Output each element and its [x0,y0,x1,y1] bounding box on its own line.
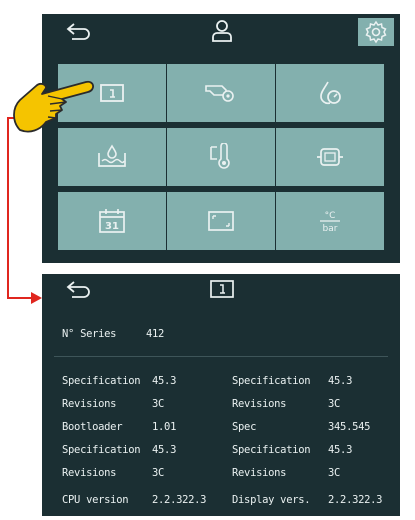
version-row: CPU version 2.2.322.3 Display vers. 2.2.… [42,488,400,516]
left-label: Revisions [62,467,117,479]
info-icon [100,84,124,102]
left-label: Specification [62,375,141,387]
units-bottom-label: bar [323,224,338,234]
tile-screen[interactable] [167,192,275,250]
info-screen: N° Series 412 Specification 45.3 Revisio… [42,274,400,488]
device-icon [317,148,343,166]
tile-calendar[interactable]: 31 [58,192,166,250]
settings-button[interactable] [358,18,394,46]
calendar-icon: 31 [99,209,125,233]
info-icon [210,280,234,298]
right-label: Revisions [232,398,287,410]
display-version-value: 2.2.322.3 [328,494,383,506]
display-version-label: Display vers. [232,494,311,506]
right-label: Specification [232,375,311,387]
right-value: 45.3 [328,375,353,387]
user-icon[interactable] [210,19,234,43]
right-value: 345.545 [328,421,371,433]
pump-gear-icon [205,85,234,102]
thermometer-icon [210,143,230,169]
cpu-version-label: CPU version [62,494,129,506]
tile-units[interactable]: °C bar [276,192,384,250]
tile-temperature[interactable] [167,128,275,186]
left-value: 3C [152,467,165,479]
right-label: Spec [232,421,257,433]
top-bar [42,14,400,48]
left-label: Bootloader [62,421,123,433]
units-top-label: °C [325,211,336,221]
left-value: 45.3 [152,444,177,456]
info-top-bar [42,274,400,304]
units-icon: °C bar [320,211,340,234]
water-drop-gauge-icon [320,81,341,105]
left-value: 45.3 [152,375,177,387]
serial-label: N° Series [62,328,117,340]
gear-icon [365,20,387,44]
right-value: 3C [328,398,341,410]
cpu-version-value: 2.2.322.3 [152,494,207,506]
left-value: 3C [152,398,165,410]
right-value: 45.3 [328,444,353,456]
left-label: Specification [62,444,141,456]
serial-value: 412 [146,328,165,340]
tile-device[interactable] [276,128,384,186]
pointing-hand-icon [13,80,94,133]
menu-grid: 31 °C bar [50,56,392,254]
right-label: Specification [232,444,311,456]
back-arrow-icon[interactable] [64,22,92,40]
right-value: 3C [328,467,341,479]
divider [54,356,388,357]
water-level-icon [98,144,126,167]
left-value: 1.01 [152,421,177,433]
calendar-day-label: 31 [105,221,119,232]
tile-pump[interactable] [167,64,275,122]
screen-frame-icon [208,211,234,231]
left-label: Revisions [62,398,117,410]
right-label: Revisions [232,467,287,479]
back-arrow-icon[interactable] [64,280,92,298]
tile-water-pressure[interactable] [276,64,384,122]
